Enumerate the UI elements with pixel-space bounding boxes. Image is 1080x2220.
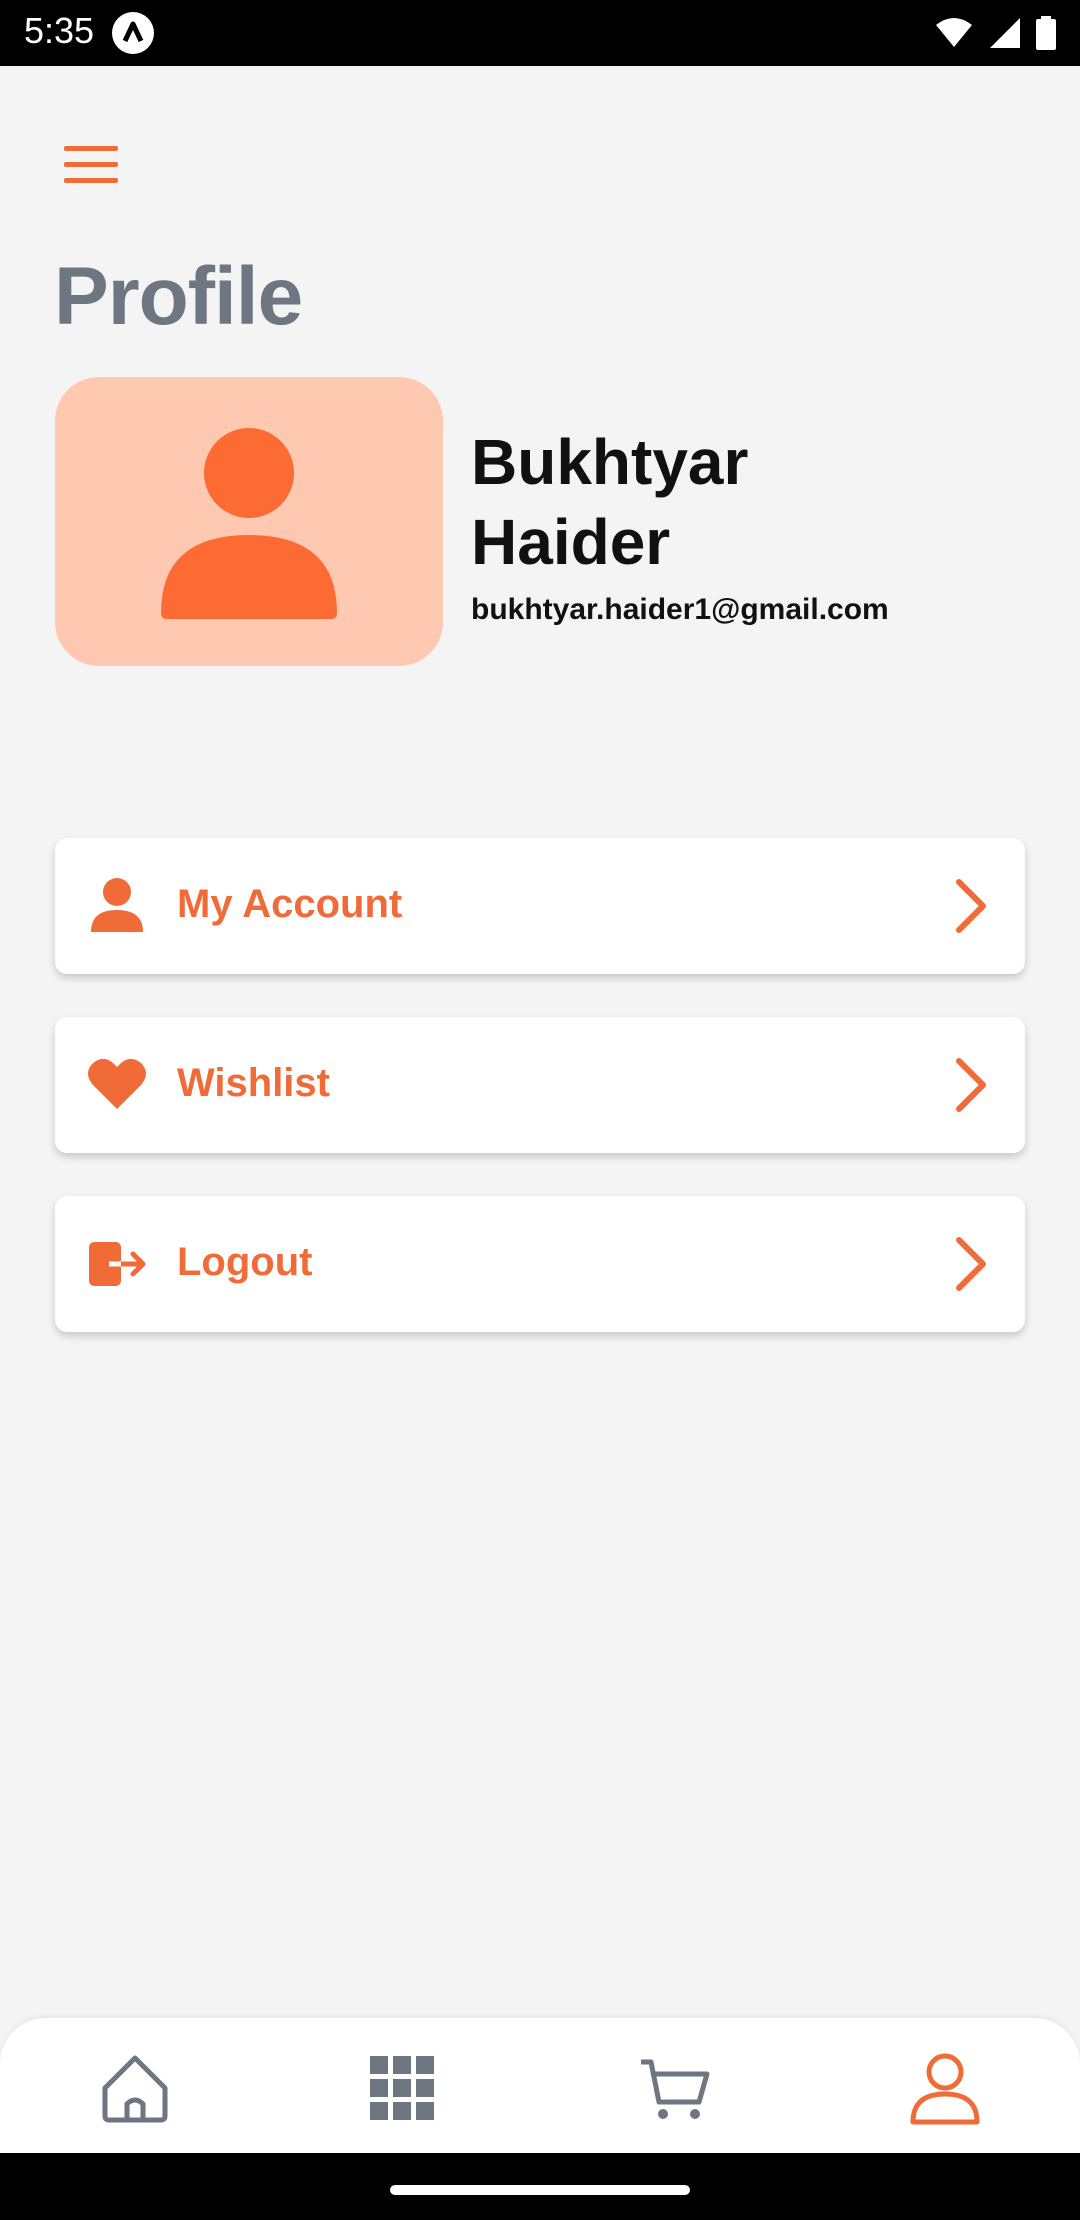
- cart-icon: [641, 2059, 710, 2119]
- user-last-name: Haider: [471, 506, 671, 578]
- nav-cart[interactable]: [635, 2048, 715, 2128]
- menu-item-wishlist[interactable]: Wishlist: [55, 1017, 1025, 1153]
- app-notification-icon: [112, 12, 154, 54]
- heart-icon: [88, 1058, 146, 1109]
- status-time: 5:35: [24, 10, 95, 51]
- chevron-right-icon: [956, 1058, 986, 1112]
- user-first-name: Bukhtyar: [471, 426, 749, 498]
- nav-categories[interactable]: [362, 2048, 442, 2128]
- chevron-right-icon: [956, 879, 986, 933]
- hamburger-menu-icon[interactable]: [56, 138, 136, 194]
- page-title: Profile: [54, 251, 303, 342]
- menu-item-label: My Account: [177, 882, 403, 926]
- wifi-icon: [936, 18, 972, 47]
- person-icon: [91, 878, 143, 932]
- status-bar: 5:35: [0, 0, 1080, 66]
- user-avatar-icon: [161, 428, 337, 619]
- user-email: bukhtyar.haider1@gmail.com: [471, 593, 889, 626]
- bottom-nav: [0, 2018, 1080, 2153]
- nav-profile[interactable]: [905, 2048, 985, 2128]
- signal-icon: [990, 18, 1020, 48]
- battery-icon: [1036, 16, 1056, 50]
- menu-item-label: Wishlist: [177, 1061, 330, 1105]
- menu-item-my-account[interactable]: My Account: [55, 838, 1025, 974]
- grid-icon: [370, 2056, 434, 2120]
- logout-icon: [89, 1242, 146, 1286]
- nav-home[interactable]: [95, 2048, 175, 2128]
- avatar[interactable]: [55, 377, 443, 666]
- menu-item-label: Logout: [177, 1240, 313, 1284]
- profile-icon: [910, 2053, 980, 2125]
- menu-item-logout[interactable]: Logout: [55, 1196, 1025, 1332]
- status-icons: [934, 14, 1056, 52]
- gesture-handle[interactable]: [390, 2185, 690, 2195]
- home-icon: [102, 2055, 168, 2123]
- chevron-right-icon: [956, 1237, 986, 1291]
